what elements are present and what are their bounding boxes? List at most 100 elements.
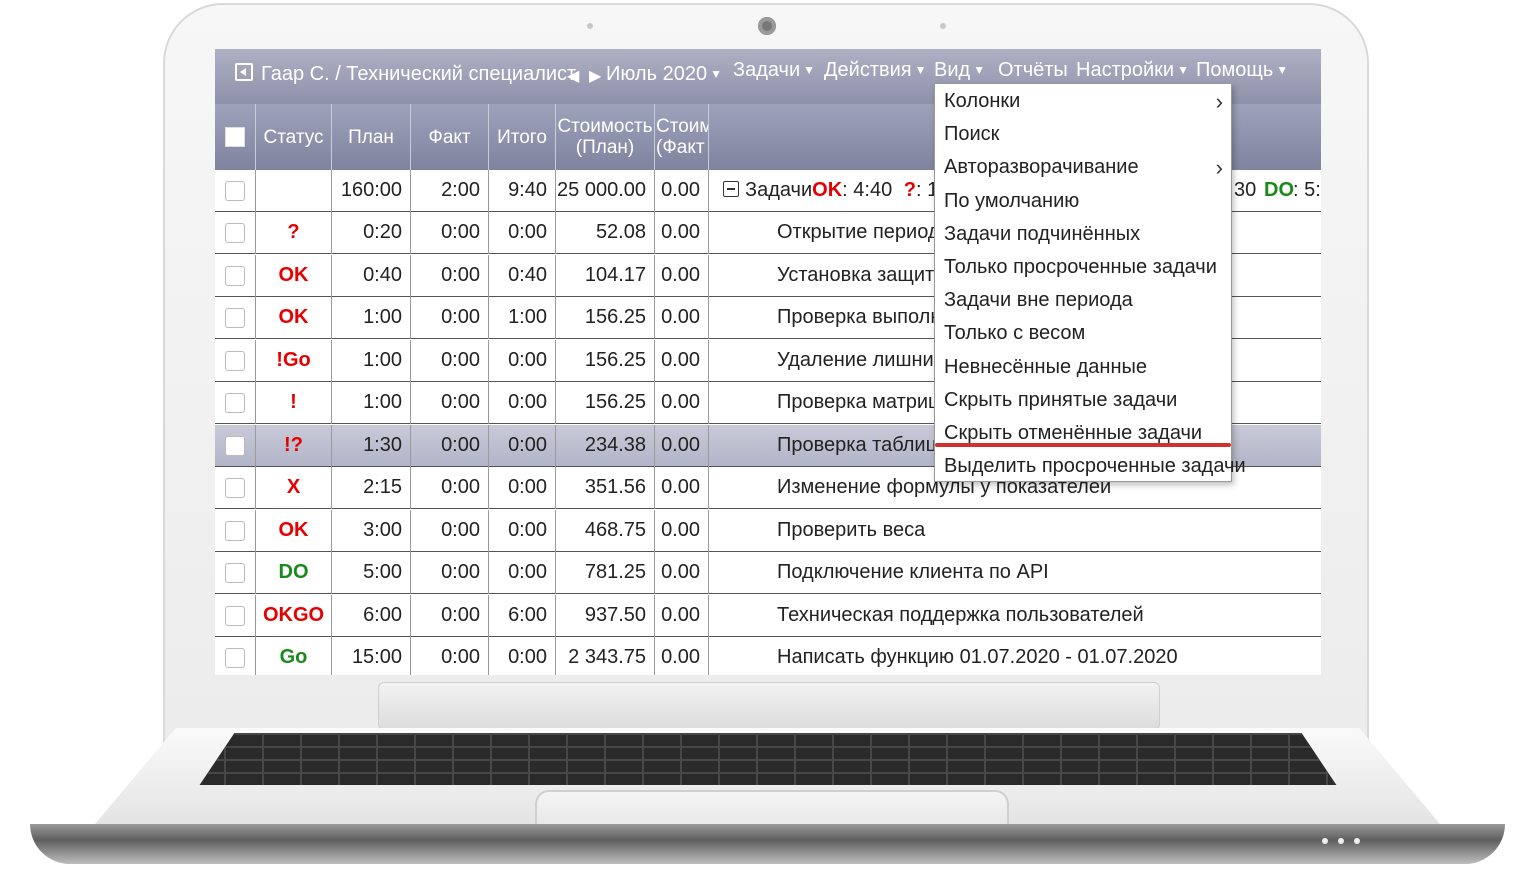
- chevron-down-icon: ▼: [973, 63, 986, 77]
- view-menu-item[interactable]: Выделить просроченные задачи: [935, 450, 1246, 483]
- cost-plan-cell: 25 000.00: [556, 170, 655, 212]
- menu-label: Настройки: [1076, 59, 1175, 81]
- chevron-down-icon: ▼: [914, 63, 927, 77]
- row-checkbox[interactable]: [225, 265, 245, 286]
- plan-cell: 1:00: [332, 382, 411, 424]
- view-menu-item[interactable]: Поиск: [935, 118, 1231, 151]
- status-cell: !: [256, 382, 332, 424]
- fact-cell: 0:00: [411, 297, 489, 339]
- question-label: ?: [903, 179, 916, 201]
- view-menu-item-label: Выделить просроченные задачи: [944, 455, 1246, 478]
- view-menu-item[interactable]: По умолчанию: [935, 185, 1231, 218]
- row-checkbox[interactable]: [225, 223, 245, 243]
- plan-cell: 3:00: [332, 509, 411, 552]
- view-menu-item-label: Только с весом: [944, 322, 1086, 345]
- view-menu-item-label: Авторазворачивание: [944, 156, 1139, 179]
- column-status[interactable]: Статус: [256, 104, 332, 170]
- fact-cell: 0:00: [411, 467, 489, 509]
- menu-tasks[interactable]: Задачи ▼: [733, 59, 815, 82]
- view-menu-item[interactable]: Невнесённые данные: [935, 351, 1231, 384]
- column-total[interactable]: Итого: [489, 104, 556, 170]
- row-checkbox[interactable]: [225, 393, 245, 413]
- chevron-right-icon: ›: [1215, 155, 1223, 181]
- status-led: [1322, 838, 1328, 844]
- menu-view[interactable]: Вид ▼: [934, 59, 985, 82]
- menu-label: Помощь: [1196, 59, 1274, 81]
- row-checkbox-cell: [215, 424, 256, 467]
- row-checkbox-cell: [215, 509, 256, 552]
- prev-period-icon[interactable]: ◀: [567, 66, 579, 86]
- menu-actions[interactable]: Действия ▼: [824, 59, 927, 82]
- row-checkbox[interactable]: [225, 181, 245, 201]
- plan-cell: 5:00: [332, 552, 411, 594]
- menu-help[interactable]: Помощь ▼: [1196, 59, 1288, 82]
- task-cell[interactable]: Подключение клиента по API: [709, 552, 1321, 594]
- row-checkbox[interactable]: [225, 648, 245, 668]
- view-menu-item-label: Невнесённые данные: [944, 355, 1148, 378]
- cost-fact-cell: 0.00: [655, 382, 709, 424]
- plan-cell: 6:00: [332, 594, 411, 637]
- select-all-checkbox[interactable]: [225, 127, 245, 147]
- period-selector[interactable]: Июль 2020 ▼: [606, 63, 722, 86]
- row-checkbox-cell: [215, 637, 256, 675]
- fact-cell: 0:00: [411, 552, 489, 594]
- row-checkbox[interactable]: [225, 435, 245, 456]
- laptop-hinge: [378, 682, 1160, 730]
- view-menu-item[interactable]: Задачи вне периода: [935, 284, 1231, 317]
- task-cell[interactable]: Проверить веса: [709, 510, 1321, 552]
- cost-plan-cell: 468.75: [556, 509, 655, 552]
- cost-plan-cell: 156.25: [556, 297, 655, 339]
- table-row[interactable]: OKGO 6:00 0:00 6:00 937.50 0.00 Техническая по…: [215, 594, 1321, 637]
- column-fact[interactable]: Факт: [411, 104, 489, 170]
- row-checkbox[interactable]: [225, 308, 245, 328]
- menu-settings[interactable]: Настройки ▼: [1076, 59, 1189, 82]
- view-menu-item-label: По умолчанию: [944, 189, 1080, 212]
- column-cost-fact-line1: Стоим: [656, 116, 709, 137]
- menu-label: Задачи: [733, 59, 801, 81]
- chevron-down-icon: ▼: [803, 63, 816, 77]
- view-menu-item-label: Скрыть отменённые задачи: [944, 422, 1203, 444]
- column-cost-fact[interactable]: Стоим (Факт: [655, 104, 709, 170]
- row-checkbox[interactable]: [225, 478, 245, 498]
- period-label: Июль 2020: [606, 63, 708, 85]
- column-plan[interactable]: План: [332, 104, 411, 170]
- row-checkbox[interactable]: [225, 350, 245, 371]
- app-screen: Гаар С. / Технический специалист ◀ ▶ Июл…: [215, 49, 1321, 675]
- view-menu-item[interactable]: Колонки ›: [935, 85, 1231, 118]
- total-cell: 6:00: [489, 594, 556, 637]
- cost-fact-cell: 0.00: [655, 254, 709, 297]
- total-cell: 0:40: [489, 254, 556, 297]
- view-menu-item[interactable]: Авторазворачивание ›: [935, 151, 1231, 184]
- back-icon[interactable]: [235, 63, 253, 81]
- row-checkbox[interactable]: [225, 563, 245, 583]
- chevron-down-icon: ▼: [710, 67, 722, 81]
- menu-reports[interactable]: Отчёты: [998, 59, 1068, 82]
- user-title-link[interactable]: Гаар С. / Технический специалист: [235, 63, 576, 86]
- table-row[interactable]: DO 5:00 0:00 0:00 781.25 0.00 Подключение клие…: [215, 552, 1321, 594]
- select-all-header[interactable]: [215, 104, 256, 170]
- chevron-down-icon: ▼: [1177, 63, 1189, 77]
- row-checkbox-cell: [215, 212, 256, 254]
- column-cost-plan-line2: (План): [575, 137, 635, 158]
- cost-plan-cell: 351.56: [556, 467, 655, 509]
- column-cost-fact-line2: (Факт: [656, 137, 705, 158]
- column-cost-plan[interactable]: Стоимость (План): [556, 104, 655, 170]
- row-checkbox[interactable]: [225, 520, 245, 541]
- next-period-icon[interactable]: ▶: [589, 66, 601, 86]
- task-cell[interactable]: Техническая поддержка пользователей: [709, 595, 1321, 637]
- table-row[interactable]: OK 3:00 0:00 0:00 468.75 0.00 Проверить веса: [215, 509, 1321, 552]
- status-cell: Go: [256, 637, 332, 675]
- column-cost-plan-line1: Стоимость: [557, 116, 653, 137]
- chevron-right-icon: ›: [1215, 89, 1223, 114]
- view-menu-item[interactable]: Только просроченные задачи: [935, 251, 1231, 284]
- highlight-underline: [935, 443, 1231, 447]
- view-menu-item[interactable]: Скрыть принятые задачи: [935, 384, 1231, 417]
- view-menu-item[interactable]: Задачи подчинённых: [935, 218, 1231, 251]
- collapse-icon[interactable]: [723, 181, 739, 197]
- task-cell[interactable]: Написать функцию 01.07.2020 - 01.07.2020: [709, 637, 1321, 675]
- row-checkbox-cell: [215, 254, 256, 297]
- row-checkbox[interactable]: [225, 605, 245, 626]
- view-menu-item[interactable]: Только с весом: [935, 317, 1231, 350]
- total-cell: 0:00: [489, 637, 556, 675]
- table-row[interactable]: Go 15:00 0:00 0:00 2 343.75 0.00 Написать функ…: [215, 637, 1321, 675]
